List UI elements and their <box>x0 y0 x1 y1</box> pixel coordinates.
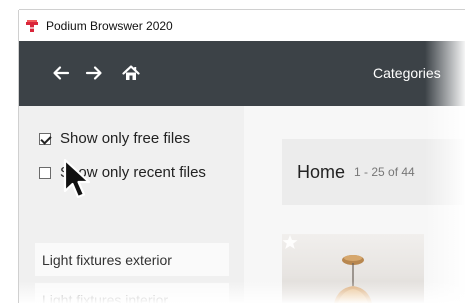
page-title: Home <box>297 161 346 182</box>
results-header: Home 1 - 25 of 44 <box>282 139 465 205</box>
results-range: 1 - 25 of 44 <box>354 165 415 179</box>
category-item[interactable]: Light fixtures exterior <box>35 243 229 276</box>
home-icon <box>122 65 140 80</box>
window-title: Podium Browswer 2020 <box>46 18 173 33</box>
podium-logo-icon <box>25 19 39 33</box>
pendant-lamp-image <box>334 255 372 303</box>
title-bar: Podium Browswer 2020 <box>19 10 465 41</box>
forward-button[interactable] <box>83 62 105 84</box>
product-thumbnail[interactable] <box>282 234 424 303</box>
arrow-right-icon <box>85 66 102 80</box>
favorite-star-icon[interactable] <box>282 234 298 250</box>
category-item[interactable]: Light fixtures interior <box>35 283 229 303</box>
free-files-filter[interactable]: Show only free files <box>39 128 190 149</box>
category-label: Light fixtures interior <box>42 291 169 303</box>
main-content: Home 1 - 25 of 44 <box>244 106 465 303</box>
free-files-checkbox[interactable] <box>39 133 51 145</box>
category-label: Light fixtures exterior <box>42 251 172 268</box>
back-button[interactable] <box>50 62 72 84</box>
free-files-label[interactable]: Show only free files <box>60 128 190 149</box>
arrow-left-icon <box>53 66 70 80</box>
recent-files-checkbox[interactable] <box>39 167 51 179</box>
browser-window: Podium Browswer 2020 Categories Show onl… <box>19 10 465 303</box>
home-button[interactable] <box>120 62 142 84</box>
top-navbar: Categories <box>19 41 465 106</box>
mouse-pointer-icon <box>63 158 91 199</box>
categories-menu[interactable]: Categories <box>373 65 441 81</box>
sidebar: Show only free files Show only recent fi… <box>19 106 244 303</box>
